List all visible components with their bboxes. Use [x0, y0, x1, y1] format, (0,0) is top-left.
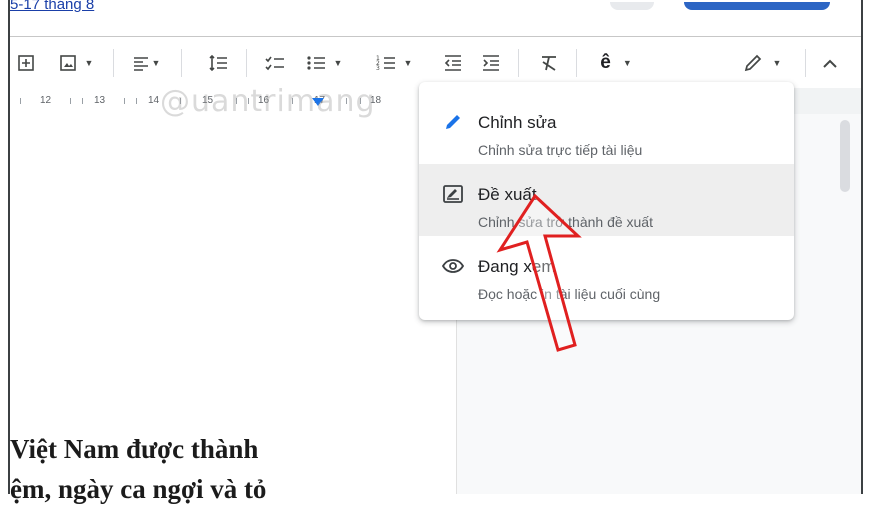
- menu-item-suggesting[interactable]: Đề xuất Chỉnh sửa trở thành đề xuất: [419, 164, 794, 236]
- document-text-line[interactable]: ệm, ngày ca ngợi và tỏ: [10, 474, 266, 505]
- menu-item-editing[interactable]: Chỉnh sửa Chỉnh sửa trực tiếp tài liệu: [419, 92, 794, 164]
- menu-item-title: Chỉnh sửa: [478, 113, 557, 132]
- pencil-icon: [441, 110, 465, 134]
- menu-item-description: Đọc hoặc in tài liệu cuối cùng: [478, 286, 661, 302]
- menu-item-viewing[interactable]: Đang xem Đọc hoặc in tài liệu cuối cùng: [419, 236, 794, 308]
- eye-icon: [441, 254, 465, 278]
- menu-item-description: Chỉnh sửa trực tiếp tài liệu: [478, 142, 643, 158]
- editing-mode-menu: Chỉnh sửa Chỉnh sửa trực tiếp tài liệu Đ…: [419, 82, 794, 320]
- menu-item-description: Chỉnh sửa trở thành đề xuất: [478, 214, 653, 230]
- suggest-icon: [441, 182, 465, 206]
- document-text-line[interactable]: Việt Nam được thành: [10, 434, 258, 465]
- watermark: @uantrimang: [160, 84, 376, 119]
- menu-item-title: Đang xem: [478, 257, 556, 276]
- menu-item-title: Đề xuất: [478, 185, 537, 204]
